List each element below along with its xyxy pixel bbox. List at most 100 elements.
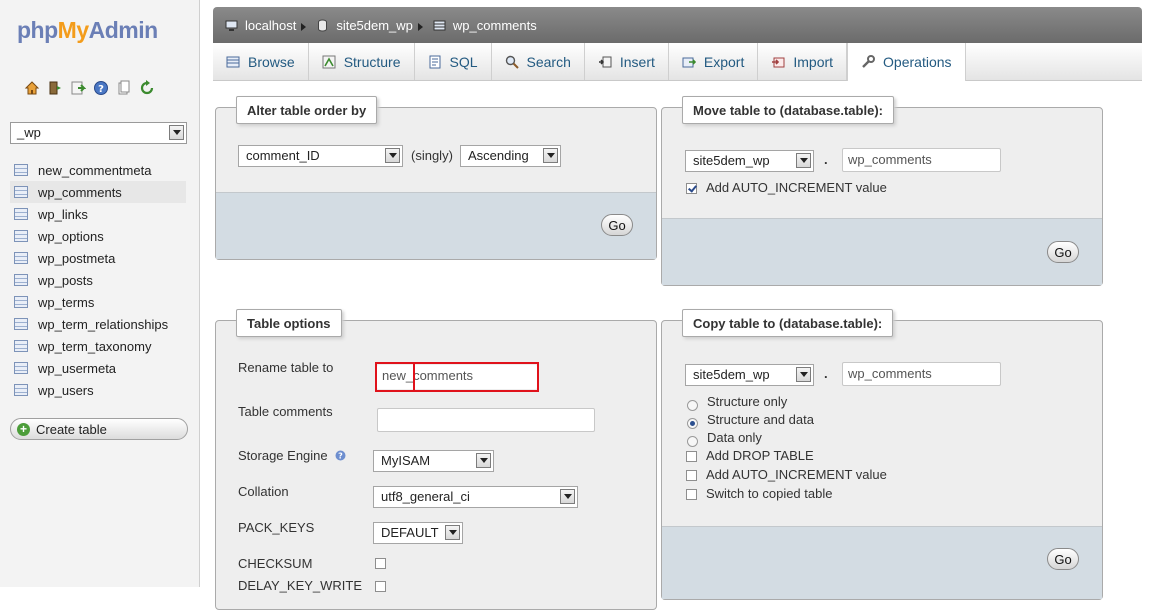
table-options-panel: Table options Rename table to new_commen…	[215, 309, 657, 610]
table-list-item[interactable]: new_commentmeta	[10, 159, 186, 181]
nav-icon-bar: ?	[24, 80, 155, 96]
search-icon	[505, 55, 519, 69]
tab-operations[interactable]: Operations	[847, 43, 966, 81]
dot-separator: .	[824, 152, 828, 167]
browse-icon	[226, 55, 240, 69]
breadcrumb: localhost site5dem_wp wp_comments	[213, 7, 1142, 43]
table-list-item[interactable]: wp_term_relationships	[10, 313, 186, 335]
docs-icon[interactable]	[116, 80, 132, 96]
pack-keys-select[interactable]: DEFAULT	[373, 522, 463, 544]
tab-bar: Browse Structure SQL Search Insert Expor…	[213, 43, 1142, 81]
switch-to-copied-checkbox[interactable]	[686, 489, 697, 500]
copy-structure-only-radio[interactable]	[687, 400, 698, 411]
table-list: new_commentmeta wp_comments wp_links wp_…	[10, 159, 186, 401]
navigation-panel: phpMyAdmin ? _wp new_commentmeta wp_comm…	[0, 0, 200, 587]
table-icon	[14, 296, 28, 308]
move-table-footer: Go	[662, 218, 1102, 285]
storage-engine-select[interactable]: MyISAM	[373, 450, 494, 472]
table-list-item[interactable]: wp_options	[10, 225, 186, 247]
copy-structure-only-label: Structure only	[707, 394, 788, 409]
database-select[interactable]: _wp	[10, 122, 187, 144]
table-icon	[14, 230, 28, 242]
tab-export[interactable]: Export	[669, 43, 759, 80]
copy-data-only-label: Data only	[707, 430, 762, 445]
tab-insert[interactable]: Insert	[585, 43, 669, 80]
chevron-down-icon	[476, 453, 491, 468]
copy-table-name-input[interactable]: wp_comments	[842, 362, 1001, 386]
move-database-select[interactable]: site5dem_wp	[685, 150, 814, 172]
dot-separator: .	[824, 366, 828, 381]
table-icon	[14, 274, 28, 286]
phpmyadmin-logo[interactable]: phpMyAdmin	[17, 17, 158, 44]
help-icon[interactable]: ?	[335, 450, 346, 461]
table-icon	[14, 318, 28, 330]
table-list-item[interactable]: wp_term_taxonomy	[10, 335, 186, 357]
order-direction-select[interactable]: Ascending	[460, 145, 561, 167]
singly-label: (singly)	[411, 148, 453, 163]
home-icon[interactable]	[24, 80, 40, 96]
alter-order-go-button[interactable]: Go	[601, 214, 633, 236]
checksum-checkbox[interactable]	[375, 558, 386, 569]
copy-data-only-radio[interactable]	[687, 436, 698, 447]
table-icon	[14, 362, 28, 374]
breadcrumb-table[interactable]: wp_comments	[433, 18, 537, 33]
table-list-item[interactable]: wp_usermeta	[10, 357, 186, 379]
table-list-item[interactable]: wp_comments	[10, 181, 186, 203]
copy-table-panel: Copy table to (database.table): site5dem…	[661, 309, 1103, 600]
collation-select[interactable]: utf8_general_ci	[373, 486, 578, 508]
chevron-down-icon	[796, 367, 811, 382]
copy-auto-increment-label: Add AUTO_INCREMENT value	[706, 467, 887, 482]
plus-icon: +	[17, 422, 30, 436]
tab-sql[interactable]: SQL	[415, 43, 492, 80]
tab-search[interactable]: Search	[492, 43, 585, 80]
table-list-item[interactable]: wp_posts	[10, 269, 186, 291]
storage-engine-label: Storage Engine ?	[238, 448, 346, 463]
table-list-item[interactable]: wp_postmeta	[10, 247, 186, 269]
copy-auto-increment-checkbox[interactable]	[686, 470, 697, 481]
move-table-go-button[interactable]: Go	[1047, 241, 1079, 263]
copy-table-go-button[interactable]: Go	[1047, 548, 1079, 570]
copy-structure-and-data-radio[interactable]	[687, 418, 698, 429]
wrench-icon	[861, 55, 876, 69]
order-column-select[interactable]: comment_ID	[238, 145, 403, 167]
table-icon	[14, 340, 28, 352]
table-icon	[14, 208, 28, 220]
copy-database-select[interactable]: site5dem_wp	[685, 364, 814, 386]
breadcrumb-database[interactable]: site5dem_wp	[316, 18, 413, 33]
query-icon[interactable]	[70, 80, 87, 96]
delay-key-write-label: DELAY_KEY_WRITE	[238, 578, 363, 593]
collation-label: Collation	[238, 484, 289, 499]
copy-drop-table-label: Add DROP TABLE	[706, 448, 814, 463]
checksum-label: CHECKSUM	[238, 556, 313, 571]
create-table-button[interactable]: + Create table	[10, 418, 188, 440]
chevron-down-icon	[385, 148, 400, 163]
exit-icon[interactable]	[47, 80, 63, 96]
table-icon	[14, 252, 28, 264]
help-icon[interactable]: ?	[93, 80, 109, 96]
copy-drop-table-checkbox[interactable]	[686, 451, 697, 462]
table-list-item[interactable]: wp_users	[10, 379, 186, 401]
table-icon	[14, 164, 28, 176]
export-icon	[682, 55, 696, 69]
copy-table-footer: Go	[662, 526, 1102, 599]
table-list-item[interactable]: wp_terms	[10, 291, 186, 313]
copy-table-legend: Copy table to (database.table):	[682, 309, 894, 337]
reload-icon[interactable]	[139, 80, 155, 96]
table-list-item[interactable]: wp_links	[10, 203, 186, 225]
database-icon	[318, 19, 328, 31]
move-auto-increment-checkbox[interactable]	[686, 183, 697, 194]
table-icon	[433, 20, 446, 30]
table-comments-input[interactable]	[377, 408, 595, 432]
table-options-legend: Table options	[236, 309, 342, 337]
breadcrumb-server[interactable]: localhost	[225, 18, 296, 33]
move-table-name-input[interactable]: wp_comments	[842, 148, 1001, 172]
tab-structure[interactable]: Structure	[309, 43, 415, 80]
chevron-down-icon	[169, 125, 184, 140]
tab-import[interactable]: Import	[758, 43, 848, 80]
switch-to-copied-label: Switch to copied table	[706, 486, 833, 501]
rename-table-label: Rename table to	[238, 360, 334, 375]
rename-prefix-highlight-box	[375, 362, 415, 392]
chevron-down-icon	[560, 489, 575, 504]
tab-browse[interactable]: Browse	[213, 43, 309, 80]
move-table-panel: Move table to (database.table): site5dem…	[661, 96, 1103, 286]
